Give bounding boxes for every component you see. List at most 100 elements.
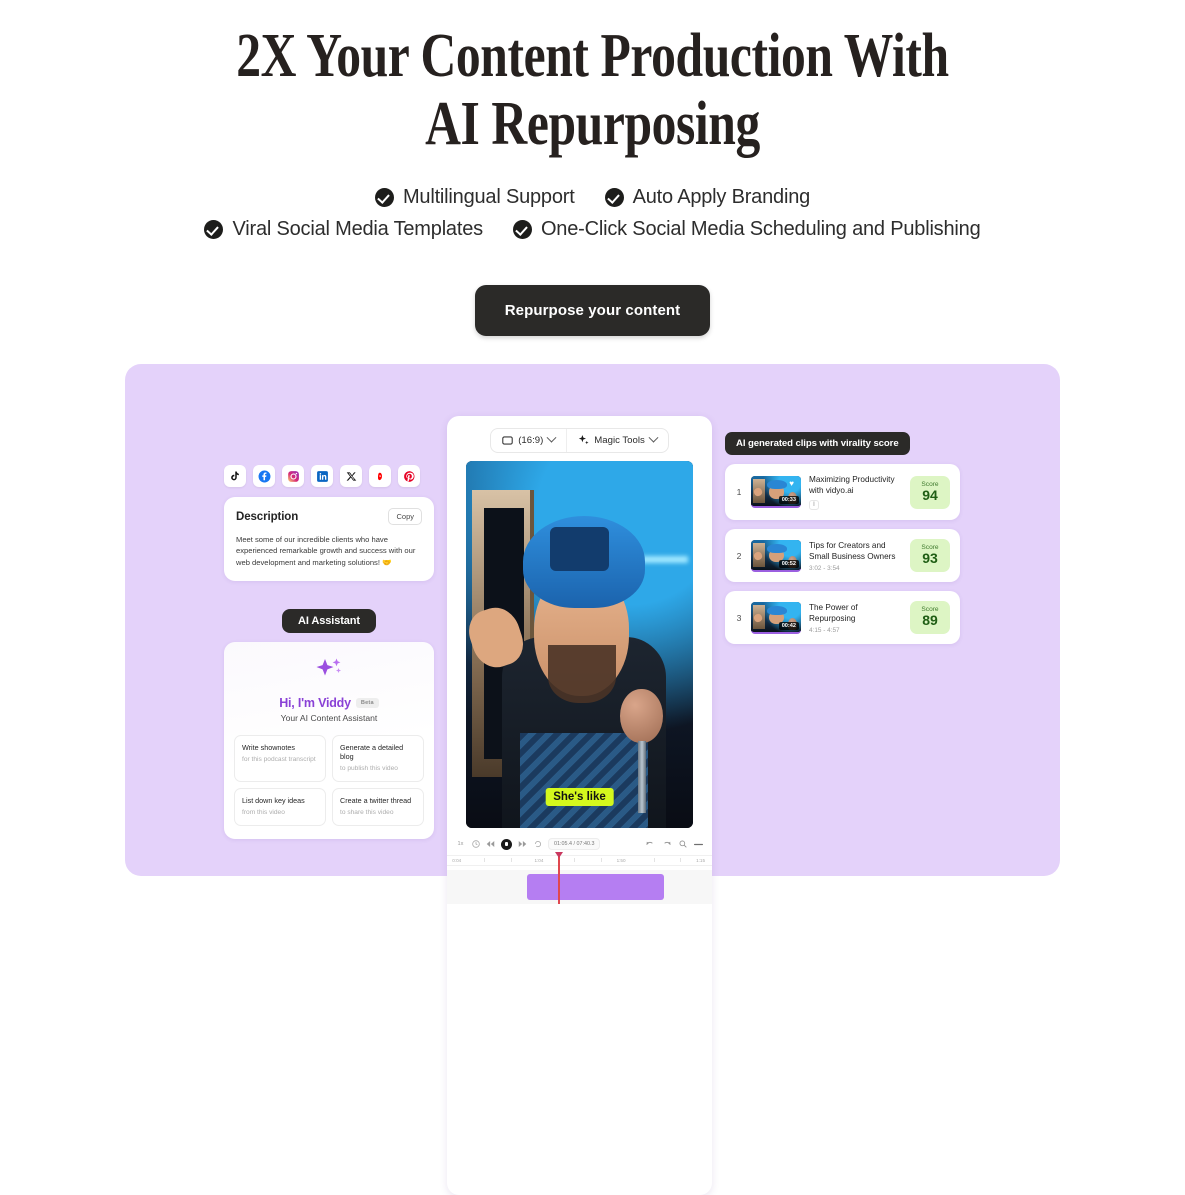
- feature-row-1: Multilingual Support Auto Apply Branding: [0, 186, 1185, 209]
- ai-clips-panel: AI generated clips with virality score 1…: [725, 432, 960, 644]
- heart-icon: ♥: [789, 479, 794, 488]
- magic-tools-dropdown[interactable]: Magic Tools: [566, 429, 667, 452]
- play-button[interactable]: [501, 838, 512, 850]
- ai-assistant-pill: AI Assistant: [282, 609, 376, 634]
- ruler-label: 1:15: [696, 858, 706, 863]
- clip-range: 3:02 - 3:54: [809, 564, 840, 572]
- suggestion-title: Generate a detailed blog: [340, 743, 404, 762]
- chevron-down-icon: [648, 432, 659, 443]
- undo-icon[interactable]: [646, 840, 655, 849]
- linkedin-icon[interactable]: [311, 465, 333, 487]
- video-editor-panel: (16:9) Magic Tools She's like 1x 01:05.4…: [447, 416, 712, 1195]
- video-subject-cap-back: [549, 527, 609, 572]
- video-preview[interactable]: She's like: [466, 461, 693, 828]
- clip-duration: 00:33: [778, 496, 799, 504]
- editor-toolbar-group: (16:9) Magic Tools: [490, 428, 669, 453]
- caption-icon[interactable]: I: [809, 500, 819, 510]
- ruler-label: 1:04: [534, 858, 544, 863]
- clip-title: Maximizing Productivity with vidyo.ai: [809, 475, 895, 495]
- assistant-greeting: Hi, I'm Viddy: [279, 696, 351, 711]
- suggestion-title: List down key ideas: [242, 796, 305, 806]
- loop-icon[interactable]: [533, 840, 542, 849]
- minus-icon[interactable]: [694, 840, 703, 849]
- instagram-icon[interactable]: [282, 465, 304, 487]
- clip-row[interactable]: 1 ♥ 00:33 Maximizing Productivity with v…: [725, 464, 960, 520]
- timeline-ruler[interactable]: 0:04 1:04 1:50 1:15: [447, 855, 712, 866]
- playback-controls: 1x 01:05.4 / 07:40.3: [447, 838, 712, 850]
- score-value: 93: [922, 550, 938, 566]
- assistant-subtitle: Your AI Content Assistant: [280, 713, 378, 724]
- tiktok-icon[interactable]: [224, 465, 246, 487]
- assistant-greeting-row: Hi, I'm Viddy Beta: [234, 696, 424, 710]
- repurpose-your-content-button[interactable]: Repurpose your content: [474, 285, 711, 336]
- social-platform-row: [224, 465, 434, 487]
- speed-icon[interactable]: 1x: [456, 840, 465, 849]
- aspect-ratio-value: (16:9): [518, 435, 544, 446]
- ai-clips-pill: AI generated clips with virality score: [725, 432, 910, 455]
- check-circle-icon: [512, 220, 532, 239]
- cta-container: Repurpose your content: [0, 285, 1185, 336]
- suggestion-card[interactable]: Write shownotes for this podcast transcr…: [234, 735, 326, 783]
- virality-score-badge: Score 93: [910, 539, 950, 572]
- virality-score-badge: Score 89: [910, 601, 950, 634]
- undo-clock-icon[interactable]: [471, 840, 480, 849]
- virality-score-badge: Score 94: [910, 475, 950, 509]
- feature-list: Multilingual Support Auto Apply Branding…: [0, 186, 1185, 241]
- pinterest-icon[interactable]: [398, 465, 420, 487]
- timeline-clip-block[interactable]: [526, 874, 665, 900]
- clip-index: 2: [736, 550, 742, 561]
- timeline-track[interactable]: [447, 852, 712, 904]
- clip-row[interactable]: 3 00:42 The Power of Repurposing 4:15 - …: [725, 591, 960, 644]
- clip-index: 1: [736, 487, 742, 497]
- description-title: Description: [236, 510, 299, 523]
- clip-duration: 00:52: [778, 559, 799, 568]
- ruler-label: 0:04: [452, 858, 462, 863]
- ai-assistant-card: Hi, I'm Viddy Beta Your AI Content Assis…: [224, 642, 434, 840]
- feature-label: Multilingual Support: [402, 186, 575, 208]
- landing-page: 2X Your Content Production With AI Repur…: [0, 0, 1185, 1195]
- feature-item: Auto Apply Branding: [604, 186, 810, 209]
- suggestion-subtitle: to share this video: [340, 809, 394, 817]
- suggestion-title: Write shownotes: [242, 743, 295, 753]
- clip-index: 3: [736, 612, 742, 623]
- facebook-icon[interactable]: [253, 465, 275, 487]
- skip-back-icon[interactable]: [486, 840, 495, 849]
- description-body: Meet some of our incredible clients who …: [236, 535, 416, 567]
- youtube-icon[interactable]: [369, 465, 391, 487]
- zoom-out-icon[interactable]: [678, 840, 687, 849]
- suggestion-card[interactable]: Generate a detailed blog to publish this…: [332, 735, 424, 783]
- copy-button[interactable]: Copy: [388, 508, 422, 525]
- feature-item: Multilingual Support: [374, 186, 575, 209]
- clip-info: The Power of Repurposing 4:15 - 4:57: [809, 602, 902, 634]
- timecode-display: 01:05.4 / 07:40.3: [548, 838, 601, 850]
- sparkle-icon: [579, 435, 589, 445]
- score-value: 89: [922, 612, 938, 628]
- suggestion-subtitle: from this video: [242, 809, 285, 817]
- clip-row[interactable]: 2 00:52 Tips for Creators and Small Busi…: [725, 529, 960, 582]
- clip-info: Tips for Creators and Small Business Own…: [809, 540, 902, 572]
- ruler-label: 1:50: [616, 858, 626, 863]
- redo-icon[interactable]: [662, 840, 671, 849]
- suggestion-card[interactable]: Create a twitter thread to share this vi…: [332, 788, 424, 827]
- aspect-ratio-dropdown[interactable]: (16:9): [491, 429, 566, 452]
- suggestion-card[interactable]: List down key ideas from this video: [234, 788, 326, 827]
- beta-badge: Beta: [355, 698, 379, 709]
- skip-forward-icon[interactable]: [518, 840, 527, 849]
- description-header: Description Copy: [236, 508, 422, 525]
- assistant-suggestions: Write shownotes for this podcast transcr…: [234, 735, 424, 827]
- clip-thumbnail: ♥ 00:33: [751, 476, 801, 508]
- x-icon[interactable]: [340, 465, 362, 487]
- suggestion-subtitle: for this podcast transcript: [242, 756, 316, 764]
- chevron-down-icon: [546, 432, 557, 443]
- feature-item: Viral Social Media Templates: [204, 218, 483, 241]
- feature-row-2: Viral Social Media Templates One-Click S…: [0, 218, 1185, 241]
- timeline-playhead[interactable]: [553, 852, 565, 904]
- suggestion-subtitle: to publish this video: [340, 765, 398, 773]
- left-panel: Description Copy Meet some of our incred…: [224, 465, 434, 840]
- suggestion-title: Create a twitter thread: [340, 796, 412, 806]
- clip-thumbnail: 00:42: [751, 601, 801, 634]
- page-title: 2X Your Content Production With AI Repur…: [236, 22, 949, 158]
- frame-icon: [502, 436, 513, 445]
- hero-section: 2X Your Content Production With AI Repur…: [0, 0, 1185, 336]
- description-card: Description Copy Meet some of our incred…: [224, 497, 434, 582]
